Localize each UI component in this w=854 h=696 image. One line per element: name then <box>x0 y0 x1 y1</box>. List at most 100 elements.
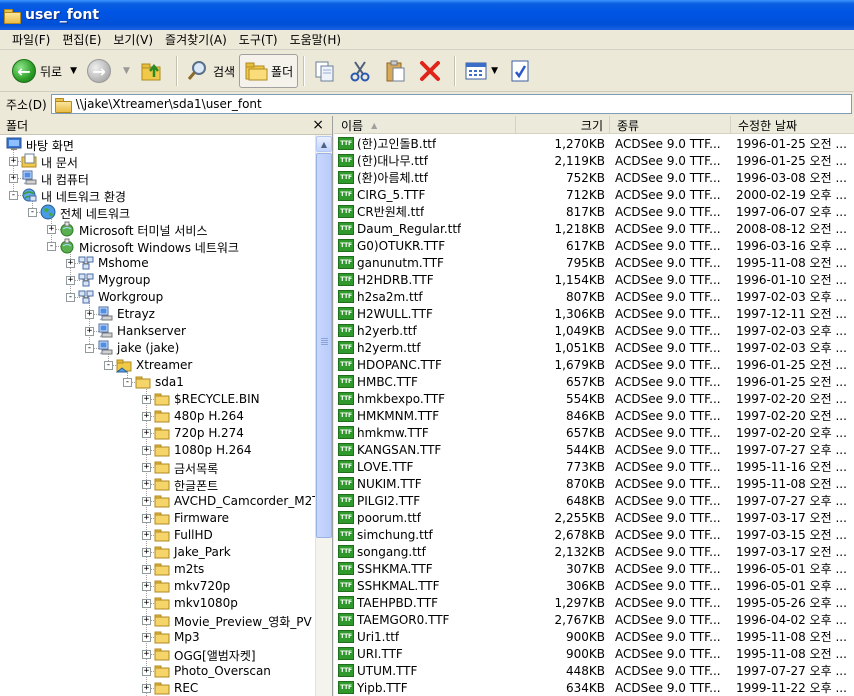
expand-icon[interactable]: + <box>142 582 151 591</box>
tree-item[interactable]: + 내 문서 <box>0 153 315 170</box>
file-row[interactable]: TTF CR반원체.ttf 817KB ACDSee 9.0 TTF... 1997-0… <box>334 203 854 220</box>
file-row[interactable]: TTF LOVE.TTF 773KB ACDSee 9.0 TTF... 1995-11… <box>334 458 854 475</box>
expand-icon[interactable]: + <box>66 276 75 285</box>
back-button[interactable]: ← 뒤로 <box>8 54 66 88</box>
expand-icon[interactable]: + <box>142 446 151 455</box>
expand-icon[interactable]: + <box>85 327 94 336</box>
tree-item[interactable]: + Hankserver <box>0 323 315 340</box>
back-dropdown-icon[interactable]: ▼ <box>70 66 77 76</box>
file-row[interactable]: TTF h2yerm.ttf 1,051KB ACDSee 9.0 TTF... 199… <box>334 339 854 356</box>
tree-item[interactable]: 바탕 화면 <box>0 136 315 153</box>
tree-item[interactable]: + Firmware <box>0 510 315 527</box>
file-row[interactable]: TTF PILGI2.TTF 648KB ACDSee 9.0 TTF... 1997-… <box>334 492 854 509</box>
file-row[interactable]: TTF HMKMNM.TTF 846KB ACDSee 9.0 TTF... 1997-… <box>334 407 854 424</box>
forward-button[interactable]: → <box>83 54 119 88</box>
up-folder-button[interactable] <box>136 54 171 88</box>
column-header-modified[interactable]: 수정한 날짜 <box>731 116 854 134</box>
file-row[interactable]: TTF URI.TTF 900KB ACDSee 9.0 TTF... 1995-11-… <box>334 645 854 662</box>
expand-icon[interactable]: + <box>142 514 151 523</box>
tree-item[interactable]: + Photo_Overscan <box>0 663 315 680</box>
expand-icon[interactable]: + <box>142 633 151 642</box>
expand-icon[interactable]: + <box>142 395 151 404</box>
menu-file[interactable]: 파일(F) <box>6 31 56 48</box>
expand-icon[interactable]: + <box>142 531 151 540</box>
expand-icon[interactable]: + <box>142 684 151 693</box>
file-row[interactable]: TTF TAEMGOR0.TTF 2,767KB ACDSee 9.0 TTF... 1… <box>334 611 854 628</box>
column-header-name[interactable]: 이름 ▲ <box>334 116 516 134</box>
collapse-icon[interactable]: - <box>123 378 132 387</box>
title-bar[interactable]: user_font <box>0 0 854 30</box>
file-row[interactable]: TTF HMBC.TTF 657KB ACDSee 9.0 TTF... 1996-01… <box>334 373 854 390</box>
file-row[interactable]: TTF H2HDRB.TTF 1,154KB ACDSee 9.0 TTF... 199… <box>334 271 854 288</box>
expand-icon[interactable]: + <box>9 174 18 183</box>
file-row[interactable]: TTF (한)고인돌B.ttf 1,270KB ACDSee 9.0 TTF... 19… <box>334 135 854 152</box>
collapse-icon[interactable]: - <box>85 344 94 353</box>
menu-help[interactable]: 도움말(H) <box>284 31 348 48</box>
folder-tree-scrollbar[interactable]: ▲ <box>315 135 332 696</box>
tree-item[interactable]: + Mygroup <box>0 272 315 289</box>
tree-item[interactable]: + OGG[앨범자켓] <box>0 646 315 663</box>
tree-item[interactable]: +720p H.274 <box>0 425 315 442</box>
file-row[interactable]: TTF (환)아름체.ttf 752KB ACDSee 9.0 TTF... 1996-… <box>334 169 854 186</box>
file-row[interactable]: TTF G0)OTUKR.TTF 617KB ACDSee 9.0 TTF... 199… <box>334 237 854 254</box>
expand-icon[interactable]: + <box>142 412 151 421</box>
tree-item[interactable]: +1080p H.264 <box>0 442 315 459</box>
file-row[interactable]: TTF hmkbexpo.TTF 554KB ACDSee 9.0 TTF... 199… <box>334 390 854 407</box>
expand-icon[interactable]: + <box>9 157 18 166</box>
file-row[interactable]: TTF KANGSAN.TTF 544KB ACDSee 9.0 TTF... 1997… <box>334 441 854 458</box>
file-row[interactable]: TTF ganunutm.TTF 795KB ACDSee 9.0 TTF... 199… <box>334 254 854 271</box>
tree-item[interactable]: - 내 네트워크 환경 <box>0 187 315 204</box>
scrollbar-thumb[interactable] <box>316 153 332 538</box>
expand-icon[interactable]: + <box>142 480 151 489</box>
collapse-icon[interactable]: - <box>66 293 75 302</box>
file-row[interactable]: TTF simchung.ttf 2,678KB ACDSee 9.0 TTF... 1… <box>334 526 854 543</box>
menu-view[interactable]: 보기(V) <box>107 31 159 48</box>
file-row[interactable]: TTF CIRG_5.TTF 712KB ACDSee 9.0 TTF... 2000-… <box>334 186 854 203</box>
expand-icon[interactable]: + <box>142 667 151 676</box>
file-row[interactable]: TTF Uri1.ttf 900KB ACDSee 9.0 TTF... 1995-11… <box>334 628 854 645</box>
tree-item[interactable]: + m2ts <box>0 561 315 578</box>
expand-icon[interactable]: + <box>47 225 56 234</box>
expand-icon[interactable]: + <box>142 497 151 506</box>
tree-item[interactable]: + 한글폰트 <box>0 476 315 493</box>
tree-item[interactable]: - jake (jake) <box>0 340 315 357</box>
file-row[interactable]: TTF (한)대나무.ttf 2,119KB ACDSee 9.0 TTF... 199… <box>334 152 854 169</box>
file-row[interactable]: TTF Daum_Regular.ttf 1,218KB ACDSee 9.0 TTF… <box>334 220 854 237</box>
expand-icon[interactable]: + <box>142 429 151 438</box>
file-row[interactable]: TTF h2sa2m.ttf 807KB ACDSee 9.0 TTF... 1997-… <box>334 288 854 305</box>
tree-item[interactable]: +480p H.264 <box>0 408 315 425</box>
paste-button[interactable] <box>379 54 414 88</box>
tree-item[interactable]: + 내 컴퓨터 <box>0 170 315 187</box>
address-input[interactable]: \\jake\Xtreamer\sda1\user_font <box>50 94 852 114</box>
tree-item[interactable]: + mkv720p <box>0 578 315 595</box>
expand-icon[interactable]: + <box>142 565 151 574</box>
file-row[interactable]: TTF HDOPANC.TTF 1,679KB ACDSee 9.0 TTF... 19… <box>334 356 854 373</box>
file-row[interactable]: TTF SSHKMA.TTF 307KB ACDSee 9.0 TTF... 1996-… <box>334 560 854 577</box>
scroll-up-icon[interactable]: ▲ <box>316 136 332 152</box>
menu-tools[interactable]: 도구(T) <box>233 31 284 48</box>
tree-item[interactable]: - Workgroup <box>0 289 315 306</box>
views-button[interactable]: ▼ <box>460 54 504 88</box>
tree-item[interactable]: + Etrayz <box>0 306 315 323</box>
expand-icon[interactable]: + <box>142 463 151 472</box>
file-row[interactable]: TTF UTUM.TTF 448KB ACDSee 9.0 TTF... 1997-07… <box>334 662 854 679</box>
file-row[interactable]: TTF poorum.ttf 2,255KB ACDSee 9.0 TTF... 199… <box>334 509 854 526</box>
tree-item[interactable]: + 금서목록 <box>0 459 315 476</box>
tree-item[interactable]: - Xtreamer <box>0 357 315 374</box>
collapse-icon[interactable]: - <box>28 208 37 217</box>
forward-dropdown-icon[interactable]: ▼ <box>123 66 130 76</box>
tree-item[interactable]: + Microsoft 터미널 서비스 <box>0 221 315 238</box>
tree-item[interactable]: - Microsoft Windows 네트워크 <box>0 238 315 255</box>
close-icon[interactable]: × <box>312 117 324 133</box>
tree-item[interactable]: + FullHD <box>0 527 315 544</box>
file-row[interactable]: TTF TAEHPBD.TTF 1,297KB ACDSee 9.0 TTF... 19… <box>334 594 854 611</box>
delete-button[interactable] <box>414 54 449 88</box>
tree-item[interactable]: + REC <box>0 680 315 696</box>
menu-favorites[interactable]: 즐겨찾기(A) <box>159 31 233 48</box>
tree-item[interactable]: + Movie_Preview_영화_PV <box>0 612 315 629</box>
collapse-icon[interactable]: - <box>104 361 113 370</box>
file-row[interactable]: TTF NUKIM.TTF 870KB ACDSee 9.0 TTF... 1995-1… <box>334 475 854 492</box>
folders-button[interactable]: 폴더 <box>239 54 299 88</box>
sync-button[interactable] <box>504 54 539 88</box>
file-row[interactable]: TTF Yipb.TTF 634KB ACDSee 9.0 TTF... 1999-11… <box>334 679 854 696</box>
